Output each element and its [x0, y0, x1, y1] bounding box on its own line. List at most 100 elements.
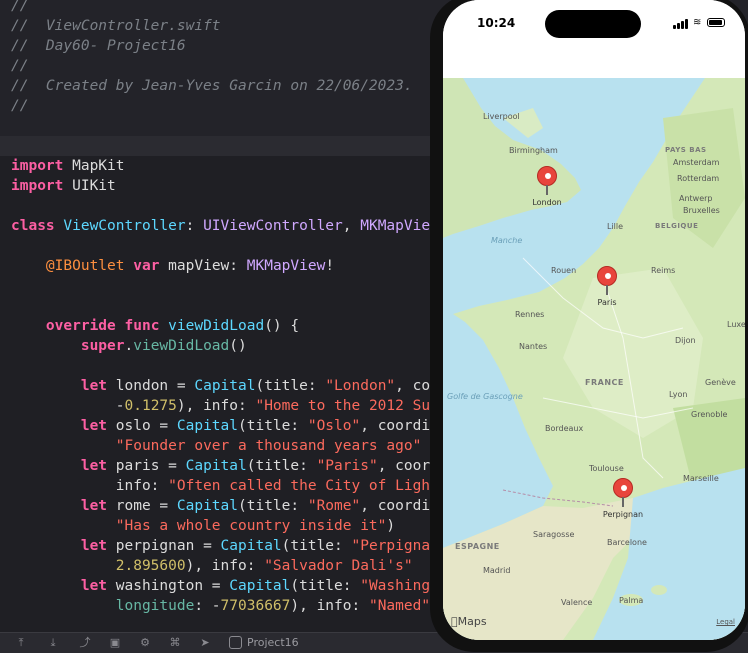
- city-label: Liverpool: [483, 112, 520, 121]
- city-label: Bordeaux: [545, 424, 584, 433]
- region-label: BELGIQUE: [655, 222, 699, 230]
- code-token: ViewController: [63, 218, 186, 234]
- city-label: Dijon: [675, 336, 696, 345]
- code-token: (title:: [255, 378, 326, 394]
- pin-london[interactable]: London: [532, 166, 562, 207]
- battery-icon: [707, 18, 725, 27]
- code-token: class: [11, 218, 55, 234]
- city-label: Saragosse: [533, 530, 575, 539]
- code-token: (title:: [238, 418, 308, 434]
- code-line[interactable]: let washington = Capital(title: "Washing…: [11, 576, 465, 596]
- code-token: Capital: [185, 458, 247, 474]
- code-line[interactable]: // Created by Jean-Yves Garcin on 22/06/…: [11, 76, 413, 96]
- code-token: "Named": [368, 598, 431, 614]
- legal-link[interactable]: Legal: [716, 618, 735, 626]
- pin-label: Paris: [597, 298, 617, 307]
- code-token: override: [45, 318, 116, 334]
- simulator-phone: 10:24 ≋ Liverpool Birmingham Amsterdam P…: [430, 0, 748, 652]
- pin-paris[interactable]: Paris: [596, 266, 618, 307]
- code-token: var: [133, 258, 160, 274]
- pin-perpignan[interactable]: Perpignan: [603, 478, 643, 519]
- code-token: let: [80, 378, 108, 394]
- city-label: Marseille: [683, 474, 719, 483]
- code-token: (title:: [281, 538, 352, 554]
- code-line[interactable]: let rome = Capital(title: "Rome", coordi…: [11, 496, 474, 516]
- memory-icon[interactable]: ▣: [108, 636, 122, 650]
- city-label: Bruxelles: [683, 206, 720, 215]
- download-icon[interactable]: ⤓: [46, 636, 60, 650]
- code-line[interactable]: // Day60- Project16: [11, 36, 186, 56]
- code-token: longitude: [115, 598, 195, 614]
- environment-icon[interactable]: ⌘: [168, 636, 182, 650]
- pin-label: Perpignan: [602, 510, 644, 519]
- code-line[interactable]: super.viewDidLoad(): [11, 336, 247, 356]
- code-line[interactable]: @IBOutlet var mapView: MKMapView!: [11, 256, 334, 276]
- code-line[interactable]: import UIKit: [11, 176, 116, 196]
- code-token: viewDidLoad: [133, 338, 230, 354]
- code-line[interactable]: override func viewDidLoad() {: [11, 316, 299, 336]
- code-token: MapKit: [63, 158, 125, 174]
- code-token: rome =: [107, 498, 177, 514]
- code-token: 77036667: [220, 598, 291, 614]
- step-icon[interactable]: ⤴: [78, 636, 92, 650]
- code-line[interactable]: info: "Often called the City of Light": [11, 476, 448, 496]
- city-label: Antwerp: [679, 194, 713, 203]
- code-token: "London": [325, 378, 396, 394]
- maps-logo-text: Maps: [451, 615, 487, 628]
- code-token: Capital: [194, 378, 256, 394]
- code-token: ): [386, 518, 396, 534]
- location-icon[interactable]: ➤: [198, 636, 212, 650]
- region-label: PAYS BAS: [665, 146, 707, 154]
- code-line[interactable]: longitude: -77036667), info: "Named": [11, 596, 430, 616]
- city-label: Toulouse: [589, 464, 624, 473]
- code-token: Capital: [220, 538, 282, 554]
- project-label[interactable]: Project16: [247, 635, 299, 651]
- code-token: "Paris": [316, 458, 378, 474]
- city-label: Rotterdam: [677, 174, 720, 183]
- phone-screen: 10:24 ≋ Liverpool Birmingham Amsterdam P…: [443, 0, 745, 640]
- code-line[interactable]: // ViewController.swift: [11, 16, 221, 36]
- code-line[interactable]: -0.1275), info: "Home to the 2012 Summer…: [11, 396, 474, 416]
- code-token: //: [11, 58, 29, 74]
- city-label: Madrid: [483, 566, 511, 575]
- code-token: import: [11, 178, 64, 194]
- city-label: Reims: [651, 266, 676, 275]
- code-token: "Often called the City of Light": [168, 478, 448, 494]
- code-line[interactable]: "Founder over a thousand years ago": [11, 436, 422, 456]
- code-line[interactable]: 2.895600), info: "Salvador Dali's": [11, 556, 413, 576]
- code-line[interactable]: let oslo = Capital(title: "Oslo", coordi…: [11, 416, 474, 436]
- upload-icon[interactable]: ⤒: [14, 636, 28, 650]
- code-token: let: [80, 578, 108, 594]
- code-line[interactable]: let perpignan = Capital(title: "Perpigna…: [11, 536, 448, 556]
- sea-label: Golfe de Gascogne: [447, 392, 523, 401]
- code-token: "Founder over a thousand years ago": [115, 438, 422, 454]
- sea-label: Manche: [491, 236, 523, 245]
- code-token: let: [80, 498, 108, 514]
- code-token: //: [11, 98, 29, 114]
- code-line[interactable]: "Has a whole country inside it"): [11, 516, 395, 536]
- city-label: Nantes: [519, 342, 548, 351]
- code-line[interactable]: //: [11, 0, 28, 16]
- code-line[interactable]: //: [11, 96, 28, 116]
- city-label: Amsterdam: [673, 158, 720, 167]
- code-line[interactable]: //: [11, 56, 28, 76]
- code-line[interactable]: import MapKit: [11, 156, 125, 176]
- pin-label: London: [532, 198, 562, 207]
- code-token: 0.1275: [124, 398, 177, 414]
- code-line[interactable]: let paris = Capital(title: "Paris", coor…: [11, 456, 491, 476]
- city-label: Luxem: [727, 320, 745, 329]
- wifi-icon: ≋: [693, 17, 702, 28]
- graph-icon[interactable]: ⚙: [138, 636, 152, 650]
- map-view[interactable]: Liverpool Birmingham Amsterdam PAYS BAS …: [443, 78, 745, 640]
- code-token: "Salvador Dali's": [264, 558, 413, 574]
- code-token: "Rome": [307, 498, 361, 514]
- city-label: Valence: [561, 598, 593, 607]
- code-token: Capital: [229, 578, 291, 594]
